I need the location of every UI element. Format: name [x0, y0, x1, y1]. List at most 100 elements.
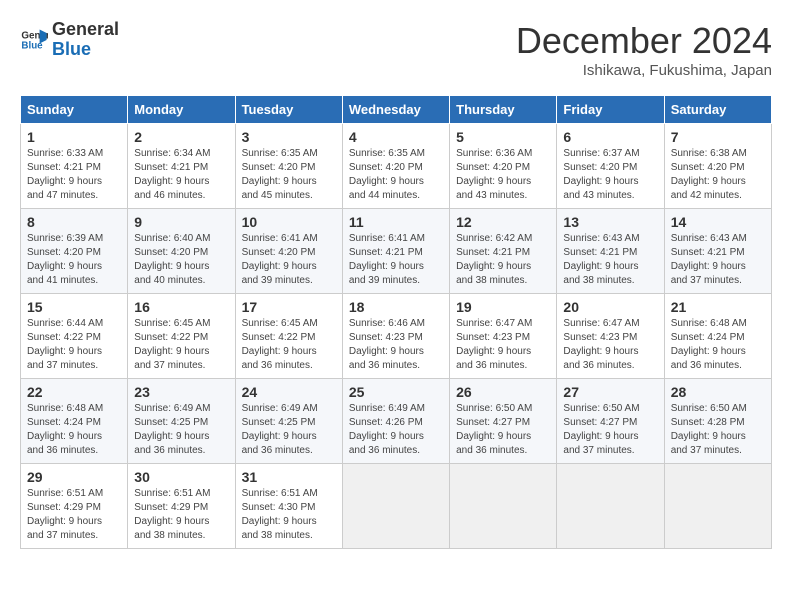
day-number: 15: [27, 299, 121, 315]
day-info: Sunrise: 6:47 AMSunset: 4:23 PMDaylight:…: [456, 318, 532, 371]
day-info: Sunrise: 6:42 AMSunset: 4:21 PMDaylight:…: [456, 233, 532, 286]
day-info: Sunrise: 6:47 AMSunset: 4:23 PMDaylight:…: [563, 318, 639, 371]
calendar-row: 1 Sunrise: 6:33 AMSunset: 4:21 PMDayligh…: [21, 124, 772, 209]
day-number: 22: [27, 384, 121, 400]
calendar-cell: 31 Sunrise: 6:51 AMSunset: 4:30 PMDaylig…: [235, 464, 342, 549]
calendar-table: Sunday Monday Tuesday Wednesday Thursday…: [20, 95, 772, 549]
day-number: 27: [563, 384, 657, 400]
col-wednesday: Wednesday: [342, 96, 449, 124]
day-info: Sunrise: 6:40 AMSunset: 4:20 PMDaylight:…: [134, 233, 210, 286]
day-info: Sunrise: 6:51 AMSunset: 4:30 PMDaylight:…: [242, 488, 318, 541]
day-info: Sunrise: 6:50 AMSunset: 4:28 PMDaylight:…: [671, 403, 747, 456]
day-number: 10: [242, 214, 336, 230]
month-title: December 2024: [516, 20, 772, 62]
day-number: 31: [242, 469, 336, 485]
day-number: 16: [134, 299, 228, 315]
calendar-header-row: Sunday Monday Tuesday Wednesday Thursday…: [21, 96, 772, 124]
day-info: Sunrise: 6:41 AMSunset: 4:21 PMDaylight:…: [349, 233, 425, 286]
day-info: Sunrise: 6:41 AMSunset: 4:20 PMDaylight:…: [242, 233, 318, 286]
day-number: 6: [563, 129, 657, 145]
day-info: Sunrise: 6:43 AMSunset: 4:21 PMDaylight:…: [563, 233, 639, 286]
calendar-cell: 12 Sunrise: 6:42 AMSunset: 4:21 PMDaylig…: [450, 209, 557, 294]
calendar-cell: 9 Sunrise: 6:40 AMSunset: 4:20 PMDayligh…: [128, 209, 235, 294]
col-tuesday: Tuesday: [235, 96, 342, 124]
day-number: 3: [242, 129, 336, 145]
day-number: 1: [27, 129, 121, 145]
logo: General Blue General Blue: [20, 20, 119, 60]
day-number: 5: [456, 129, 550, 145]
day-info: Sunrise: 6:50 AMSunset: 4:27 PMDaylight:…: [456, 403, 532, 456]
calendar-cell: 15 Sunrise: 6:44 AMSunset: 4:22 PMDaylig…: [21, 294, 128, 379]
calendar-cell: 5 Sunrise: 6:36 AMSunset: 4:20 PMDayligh…: [450, 124, 557, 209]
day-info: Sunrise: 6:45 AMSunset: 4:22 PMDaylight:…: [134, 318, 210, 371]
calendar-cell: 29 Sunrise: 6:51 AMSunset: 4:29 PMDaylig…: [21, 464, 128, 549]
calendar-cell: 25 Sunrise: 6:49 AMSunset: 4:26 PMDaylig…: [342, 379, 449, 464]
col-thursday: Thursday: [450, 96, 557, 124]
calendar-cell: 23 Sunrise: 6:49 AMSunset: 4:25 PMDaylig…: [128, 379, 235, 464]
day-info: Sunrise: 6:39 AMSunset: 4:20 PMDaylight:…: [27, 233, 103, 286]
calendar-cell: 22 Sunrise: 6:48 AMSunset: 4:24 PMDaylig…: [21, 379, 128, 464]
day-number: 20: [563, 299, 657, 315]
day-info: Sunrise: 6:36 AMSunset: 4:20 PMDaylight:…: [456, 148, 532, 201]
calendar-cell: 16 Sunrise: 6:45 AMSunset: 4:22 PMDaylig…: [128, 294, 235, 379]
day-info: Sunrise: 6:51 AMSunset: 4:29 PMDaylight:…: [134, 488, 210, 541]
calendar-cell: 14 Sunrise: 6:43 AMSunset: 4:21 PMDaylig…: [664, 209, 771, 294]
page-header: General Blue General Blue December 2024 …: [20, 20, 772, 79]
day-number: 2: [134, 129, 228, 145]
day-number: 14: [671, 214, 765, 230]
day-number: 23: [134, 384, 228, 400]
day-info: Sunrise: 6:35 AMSunset: 4:20 PMDaylight:…: [349, 148, 425, 201]
day-number: 26: [456, 384, 550, 400]
calendar-cell: 21 Sunrise: 6:48 AMSunset: 4:24 PMDaylig…: [664, 294, 771, 379]
calendar-row: 15 Sunrise: 6:44 AMSunset: 4:22 PMDaylig…: [21, 294, 772, 379]
logo-icon: General Blue: [20, 26, 48, 54]
day-number: 12: [456, 214, 550, 230]
day-number: 18: [349, 299, 443, 315]
day-number: 13: [563, 214, 657, 230]
day-info: Sunrise: 6:51 AMSunset: 4:29 PMDaylight:…: [27, 488, 103, 541]
calendar-cell: 30 Sunrise: 6:51 AMSunset: 4:29 PMDaylig…: [128, 464, 235, 549]
calendar-cell: 7 Sunrise: 6:38 AMSunset: 4:20 PMDayligh…: [664, 124, 771, 209]
day-number: 7: [671, 129, 765, 145]
day-info: Sunrise: 6:49 AMSunset: 4:25 PMDaylight:…: [134, 403, 210, 456]
day-number: 19: [456, 299, 550, 315]
calendar-cell: 6 Sunrise: 6:37 AMSunset: 4:20 PMDayligh…: [557, 124, 664, 209]
day-info: Sunrise: 6:34 AMSunset: 4:21 PMDaylight:…: [134, 148, 210, 201]
day-info: Sunrise: 6:49 AMSunset: 4:25 PMDaylight:…: [242, 403, 318, 456]
calendar-cell: 2 Sunrise: 6:34 AMSunset: 4:21 PMDayligh…: [128, 124, 235, 209]
day-number: 21: [671, 299, 765, 315]
calendar-cell: 20 Sunrise: 6:47 AMSunset: 4:23 PMDaylig…: [557, 294, 664, 379]
calendar-cell: [342, 464, 449, 549]
day-info: Sunrise: 6:45 AMSunset: 4:22 PMDaylight:…: [242, 318, 318, 371]
day-number: 30: [134, 469, 228, 485]
calendar-row: 29 Sunrise: 6:51 AMSunset: 4:29 PMDaylig…: [21, 464, 772, 549]
day-number: 17: [242, 299, 336, 315]
calendar-cell: 4 Sunrise: 6:35 AMSunset: 4:20 PMDayligh…: [342, 124, 449, 209]
day-info: Sunrise: 6:48 AMSunset: 4:24 PMDaylight:…: [27, 403, 103, 456]
calendar-cell: 28 Sunrise: 6:50 AMSunset: 4:28 PMDaylig…: [664, 379, 771, 464]
col-saturday: Saturday: [664, 96, 771, 124]
calendar-cell: 17 Sunrise: 6:45 AMSunset: 4:22 PMDaylig…: [235, 294, 342, 379]
day-number: 28: [671, 384, 765, 400]
calendar-cell: 11 Sunrise: 6:41 AMSunset: 4:21 PMDaylig…: [342, 209, 449, 294]
calendar-row: 8 Sunrise: 6:39 AMSunset: 4:20 PMDayligh…: [21, 209, 772, 294]
day-info: Sunrise: 6:37 AMSunset: 4:20 PMDaylight:…: [563, 148, 639, 201]
logo-text: General Blue: [52, 20, 119, 60]
calendar-cell: 13 Sunrise: 6:43 AMSunset: 4:21 PMDaylig…: [557, 209, 664, 294]
day-info: Sunrise: 6:46 AMSunset: 4:23 PMDaylight:…: [349, 318, 425, 371]
day-number: 29: [27, 469, 121, 485]
day-info: Sunrise: 6:49 AMSunset: 4:26 PMDaylight:…: [349, 403, 425, 456]
calendar-row: 22 Sunrise: 6:48 AMSunset: 4:24 PMDaylig…: [21, 379, 772, 464]
col-sunday: Sunday: [21, 96, 128, 124]
col-monday: Monday: [128, 96, 235, 124]
day-number: 8: [27, 214, 121, 230]
day-number: 9: [134, 214, 228, 230]
day-info: Sunrise: 6:35 AMSunset: 4:20 PMDaylight:…: [242, 148, 318, 201]
calendar-cell: 1 Sunrise: 6:33 AMSunset: 4:21 PMDayligh…: [21, 124, 128, 209]
calendar-cell: 10 Sunrise: 6:41 AMSunset: 4:20 PMDaylig…: [235, 209, 342, 294]
calendar-cell: [450, 464, 557, 549]
day-number: 11: [349, 214, 443, 230]
day-number: 24: [242, 384, 336, 400]
calendar-cell: 24 Sunrise: 6:49 AMSunset: 4:25 PMDaylig…: [235, 379, 342, 464]
calendar-cell: [557, 464, 664, 549]
